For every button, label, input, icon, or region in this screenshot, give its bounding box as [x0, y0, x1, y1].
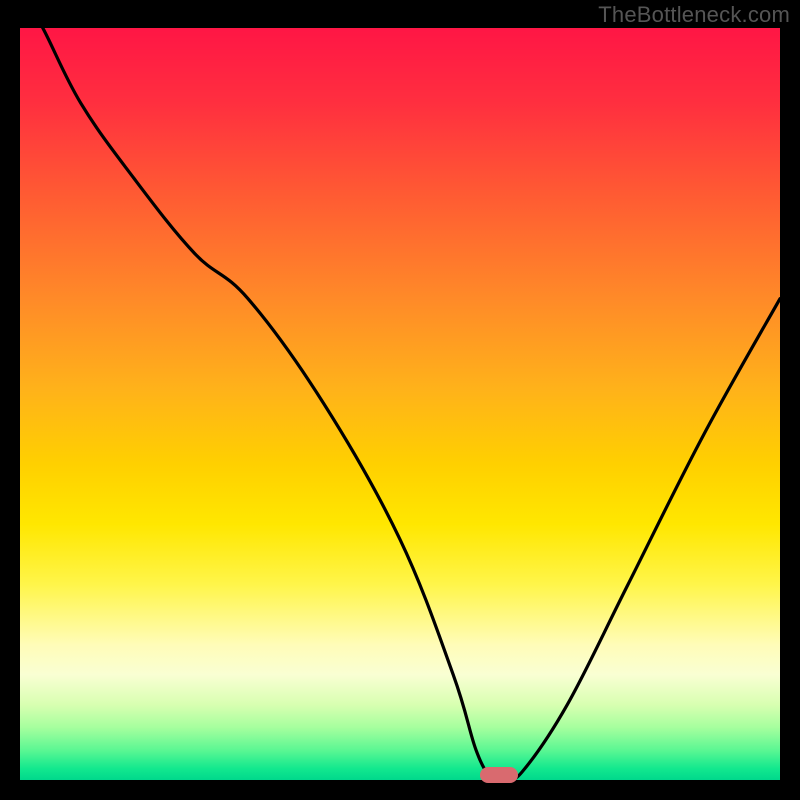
bottleneck-curve-svg [20, 28, 780, 780]
optimal-range-marker [480, 767, 518, 783]
plot-area [20, 28, 780, 780]
chart-frame: TheBottleneck.com [0, 0, 800, 800]
watermark-text: TheBottleneck.com [598, 2, 790, 28]
bottleneck-curve-path [20, 28, 780, 779]
